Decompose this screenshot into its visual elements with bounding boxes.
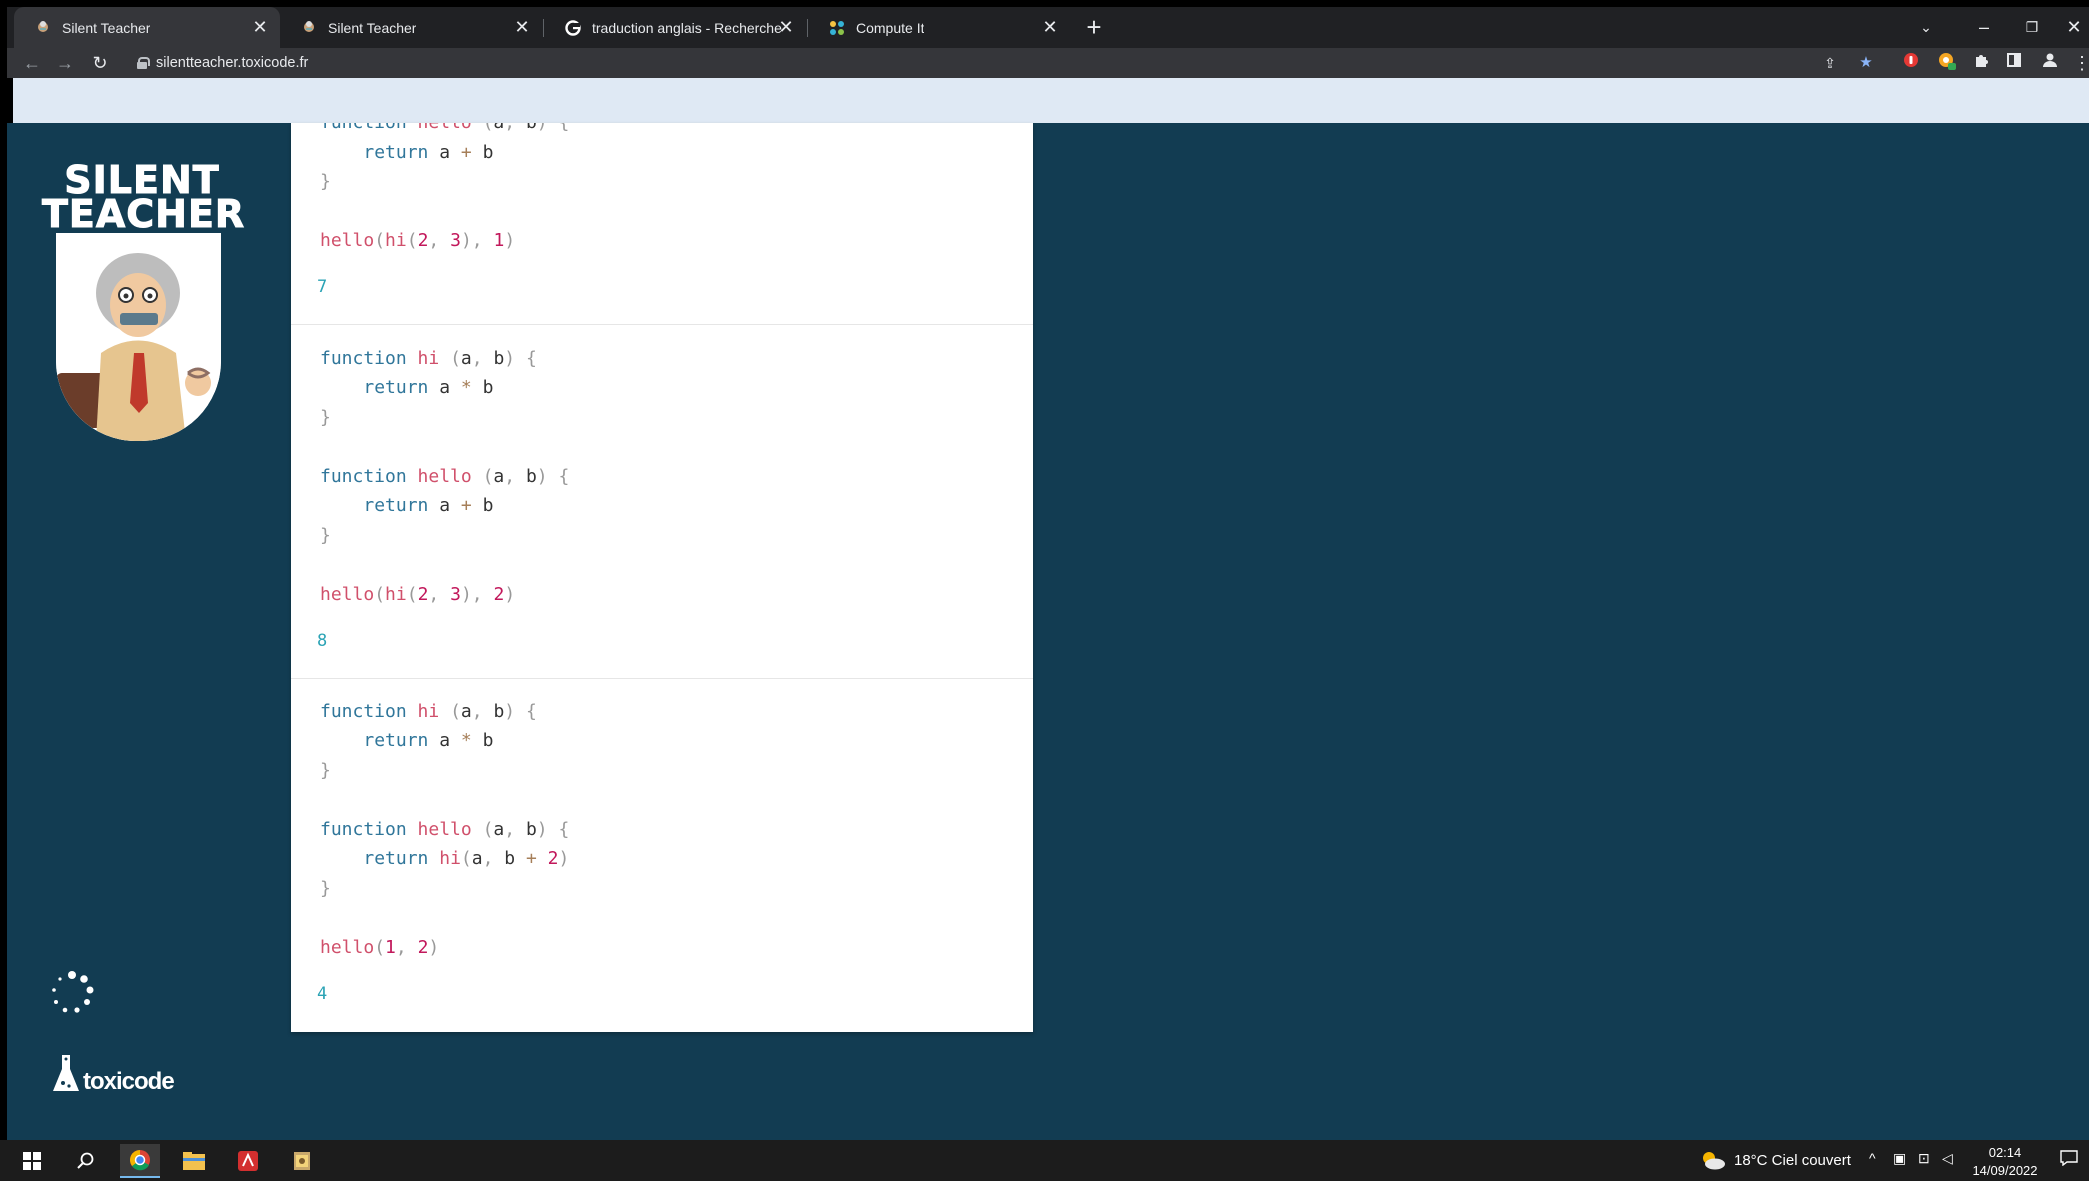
tab-title: traduction anglais - Recherche G — [592, 19, 782, 36]
toxicode-logo[interactable]: toxicode — [51, 1053, 175, 1095]
tab-google-search[interactable]: traduction anglais - Recherche G ✕ — [544, 7, 806, 48]
extension-red-icon[interactable] — [1900, 52, 1922, 74]
compute-it-icon — [828, 19, 846, 37]
network-icon[interactable]: ⊡ — [1918, 1150, 1930, 1167]
flask-icon — [53, 1055, 79, 1091]
tray-app-icon[interactable]: ▣ — [1893, 1150, 1906, 1167]
close-icon[interactable]: ✕ — [512, 17, 532, 37]
windows-taskbar: 18°C Ciel couvert ^ ▣ ⊡ ◁ 02:14 14/09/20… — [0, 1140, 2089, 1181]
clock-date: 14/09/2022 — [1972, 1163, 2038, 1178]
menu-kebab-icon[interactable]: ⋮ — [2071, 52, 2089, 74]
code-line: return a + b — [363, 495, 494, 516]
code-panel: function hello (a, b) { return a + b } h… — [291, 123, 1033, 1032]
code-line: hello(hi(2, 3), 1) — [320, 230, 516, 251]
file-explorer-icon[interactable] — [174, 1144, 214, 1178]
code-line: hello(hi(2, 3), 2) — [320, 584, 516, 605]
profile-icon[interactable] — [2039, 52, 2061, 74]
search-icon[interactable] — [66, 1144, 106, 1178]
code-line: function hello (a, b) { — [320, 466, 570, 487]
tab-title: Compute It — [856, 19, 925, 36]
answer-input[interactable]: 4 — [317, 984, 327, 1004]
teacher-mascot-image — [56, 233, 221, 441]
page-background: SILENT TEACHER toxicode return a + b} h… — [7, 123, 2089, 1140]
code-line: } — [320, 760, 331, 781]
code-line: function hello (a, b) { — [320, 819, 570, 840]
logo-title: SILENT TEACHER — [42, 161, 246, 236]
loading-spinner-icon — [47, 968, 97, 1018]
close-icon[interactable]: ✕ — [776, 17, 796, 37]
exercise-card: function hi (a, b) { return a * b } func… — [291, 679, 1033, 1032]
chrome-taskbar-icon[interactable] — [120, 1144, 160, 1178]
tab-compute-it[interactable]: Compute It ✕ — [808, 7, 1070, 48]
silent-teacher-favicon-icon — [34, 19, 52, 37]
code-line: return a * b — [363, 377, 494, 398]
silent-teacher-logo[interactable]: SILENT TEACHER — [42, 161, 246, 463]
restore-icon[interactable]: ❐ — [2017, 13, 2047, 41]
google-icon — [564, 19, 582, 37]
clock-time: 02:14 — [1988, 1145, 2022, 1160]
code-line: function hi (a, b) { — [320, 701, 537, 722]
screen: Silent Teacher ✕ Silent Teacher ✕ traduc… — [0, 0, 2089, 1181]
silent-teacher-favicon-icon — [300, 19, 318, 37]
code-line: return a + b — [363, 142, 494, 163]
puzzle-extensions-icon[interactable] — [1970, 52, 1992, 74]
code-line: } — [320, 171, 331, 192]
archive-app-icon[interactable] — [282, 1144, 322, 1178]
tab-title: Silent Teacher — [328, 19, 417, 36]
close-icon[interactable]: ✕ — [250, 17, 270, 37]
cloudy-weather-icon — [1703, 1152, 1725, 1170]
code-line: } — [320, 878, 331, 899]
toxicode-wordmark: toxicode — [83, 1068, 175, 1095]
tab-silent-teacher-1[interactable]: Silent Teacher ✕ — [14, 7, 280, 48]
close-icon[interactable]: ✕ — [1040, 17, 1060, 37]
system-clock[interactable]: 02:14 14/09/2022 — [1970, 1144, 2040, 1180]
tab-bar: Silent Teacher ✕ Silent Teacher ✕ traduc… — [7, 7, 2089, 48]
side-panel-icon[interactable] — [2003, 52, 2025, 74]
volume-icon[interactable]: ◁ — [1942, 1150, 1953, 1167]
url-text: silentteacher.toxicode.fr — [156, 55, 309, 71]
answer-value: 8 — [317, 631, 328, 651]
close-window-icon[interactable]: ✕ — [2059, 13, 2089, 41]
code-line: } — [320, 525, 331, 546]
logo-title-line2: TEACHER — [42, 192, 246, 236]
minimize-icon[interactable]: – — [1969, 13, 1999, 41]
reload-icon[interactable]: ↻ — [87, 51, 113, 75]
lock-icon — [137, 57, 150, 69]
tab-title: Silent Teacher — [62, 19, 151, 36]
code-line: function hi (a, b) { — [320, 348, 537, 369]
windows-start-icon[interactable] — [12, 1144, 52, 1178]
chevron-up-icon[interactable]: ^ — [1869, 1150, 1876, 1166]
exercise-card: function hi (a, b) { return a * b } func… — [291, 326, 1033, 679]
new-tab-button[interactable]: + — [1081, 14, 1107, 41]
acrobat-reader-icon[interactable] — [228, 1144, 268, 1178]
share-icon[interactable]: ⇪ — [1819, 52, 1841, 74]
code-line: } — [320, 407, 331, 428]
code-line: return hi(a, b + 2) — [363, 848, 570, 869]
answer-value: 7 — [317, 277, 328, 297]
notification-center-icon[interactable] — [2060, 1150, 2078, 1169]
weather-text: 18°C Ciel couvert — [1734, 1151, 1851, 1169]
extension-orange-icon[interactable] — [1936, 52, 1958, 74]
code-line: function hello (a, b) { — [320, 123, 569, 135]
tab-silent-teacher-2[interactable]: Silent Teacher ✕ — [280, 7, 542, 48]
address-bar[interactable]: silentteacher.toxicode.fr — [137, 53, 308, 73]
code-line: hello(1, 2) — [320, 937, 440, 958]
exercise-card: function hello (a, b) { return a + b } h… — [291, 123, 1033, 325]
code-line: return a * b — [363, 730, 494, 751]
tab-search-chevron-icon[interactable]: ⌄ — [1911, 13, 1941, 41]
forward-arrow-icon[interactable]: → — [52, 51, 78, 75]
browser-toolbar: ← → ↻ silentteacher.toxicode.fr ⇪ ★ ⋮ — [7, 48, 2089, 78]
bookmark-star-icon[interactable]: ★ — [1855, 52, 1877, 74]
weather-widget[interactable]: 18°C Ciel couvert — [1700, 1150, 1851, 1170]
info-bar — [13, 78, 2089, 123]
back-arrow-icon[interactable]: ← — [19, 51, 45, 75]
